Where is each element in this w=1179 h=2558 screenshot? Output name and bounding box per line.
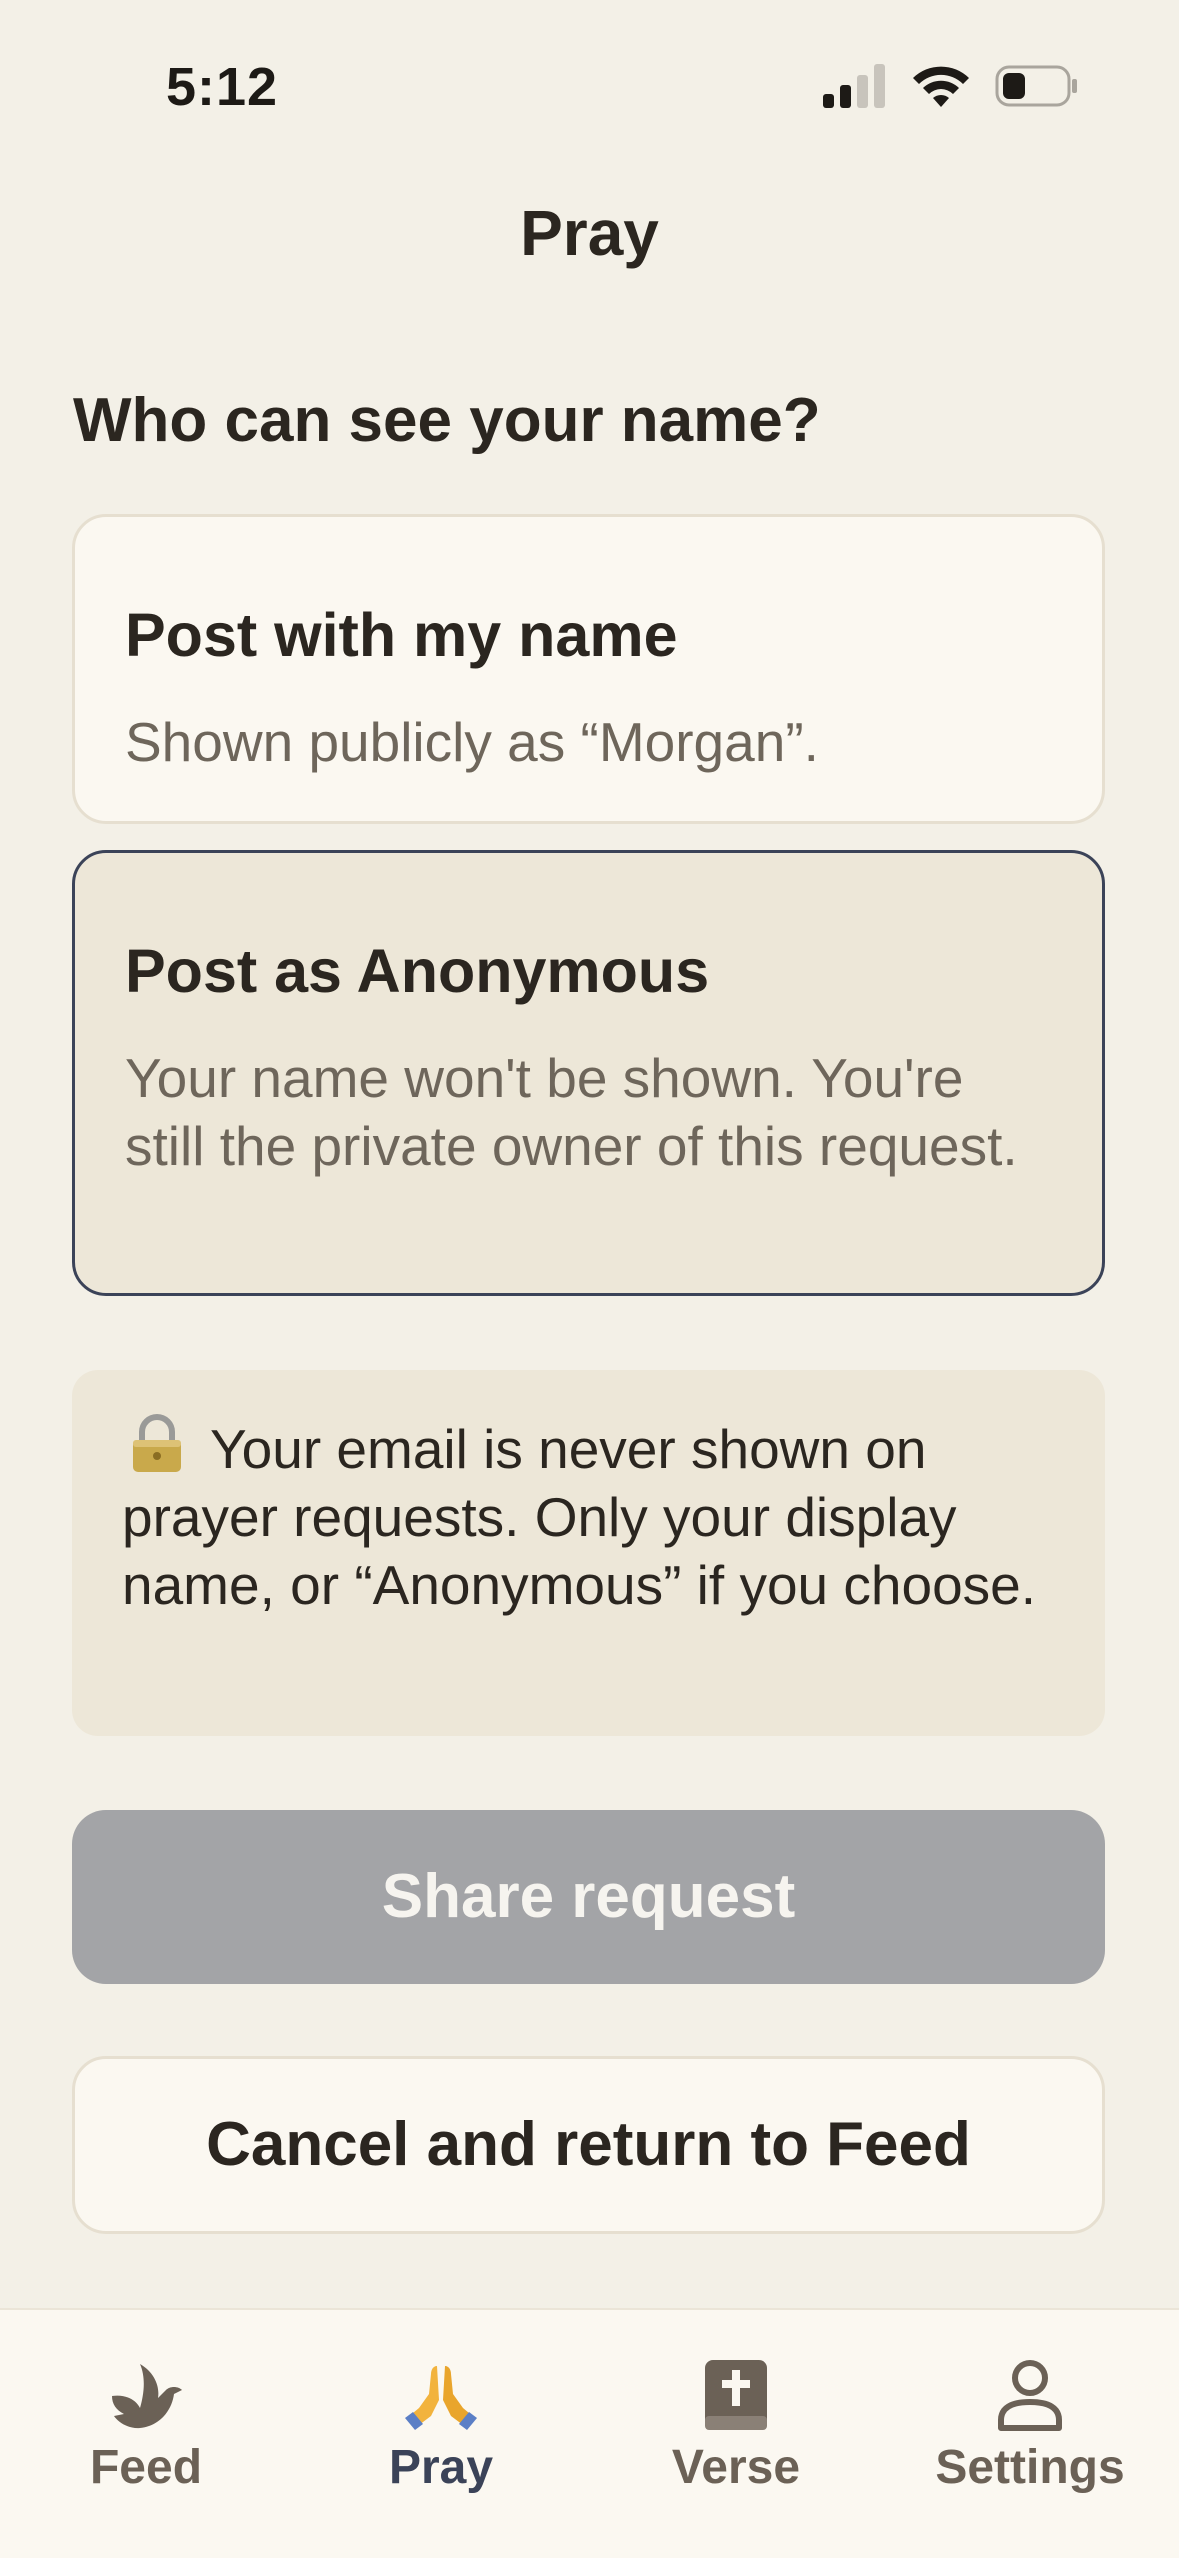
bible-icon bbox=[705, 2360, 767, 2430]
tab-label: Settings bbox=[935, 2441, 1125, 2494]
option-title: Post as Anonymous bbox=[125, 937, 710, 1005]
status-icons bbox=[823, 60, 1079, 112]
tab-pray[interactable]: Pray bbox=[311, 2352, 571, 2495]
cancel-button[interactable]: Cancel and return to Feed bbox=[72, 2056, 1105, 2234]
option-title: Post with my name bbox=[125, 601, 678, 669]
tab-bar: Feed Pray Verse Settings bbox=[0, 2308, 1179, 2558]
privacy-note-text: Your email is never shown on prayer requ… bbox=[122, 1418, 1037, 1616]
option-post-anonymous[interactable]: Post as Anonymous Your name won't be sho… bbox=[72, 850, 1105, 1296]
signal-icon bbox=[823, 64, 885, 108]
option-description: Shown publicly as “Morgan”. bbox=[125, 711, 819, 773]
praying-hands-icon bbox=[405, 2366, 477, 2430]
visibility-heading: Who can see your name? bbox=[73, 386, 821, 455]
status-time: 5:12 bbox=[166, 57, 279, 117]
tab-label: Pray bbox=[388, 2441, 494, 2494]
tab-settings[interactable]: Settings bbox=[900, 2352, 1160, 2495]
tab-feed[interactable]: Feed bbox=[16, 2352, 276, 2495]
battery-icon bbox=[995, 65, 1077, 107]
person-icon bbox=[998, 2360, 1062, 2431]
tab-label: Feed bbox=[89, 2441, 203, 2494]
privacy-note: Your email is never shown on prayer requ… bbox=[72, 1370, 1105, 1736]
option-post-with-name[interactable]: Post with my name Shown publicly as “Mor… bbox=[72, 514, 1105, 824]
dove-icon bbox=[112, 2364, 182, 2429]
option-description: Your name won't be shown. You're still t… bbox=[125, 1047, 1018, 1177]
share-request-button[interactable]: Share request bbox=[72, 1810, 1105, 1984]
status-bar: 5:12 bbox=[0, 0, 1179, 170]
tab-label: Verse bbox=[671, 2441, 801, 2494]
wifi-icon bbox=[913, 66, 969, 107]
tab-verse[interactable]: Verse bbox=[606, 2352, 866, 2495]
lock-icon bbox=[133, 1414, 181, 1472]
page-title: Pray bbox=[520, 197, 659, 269]
